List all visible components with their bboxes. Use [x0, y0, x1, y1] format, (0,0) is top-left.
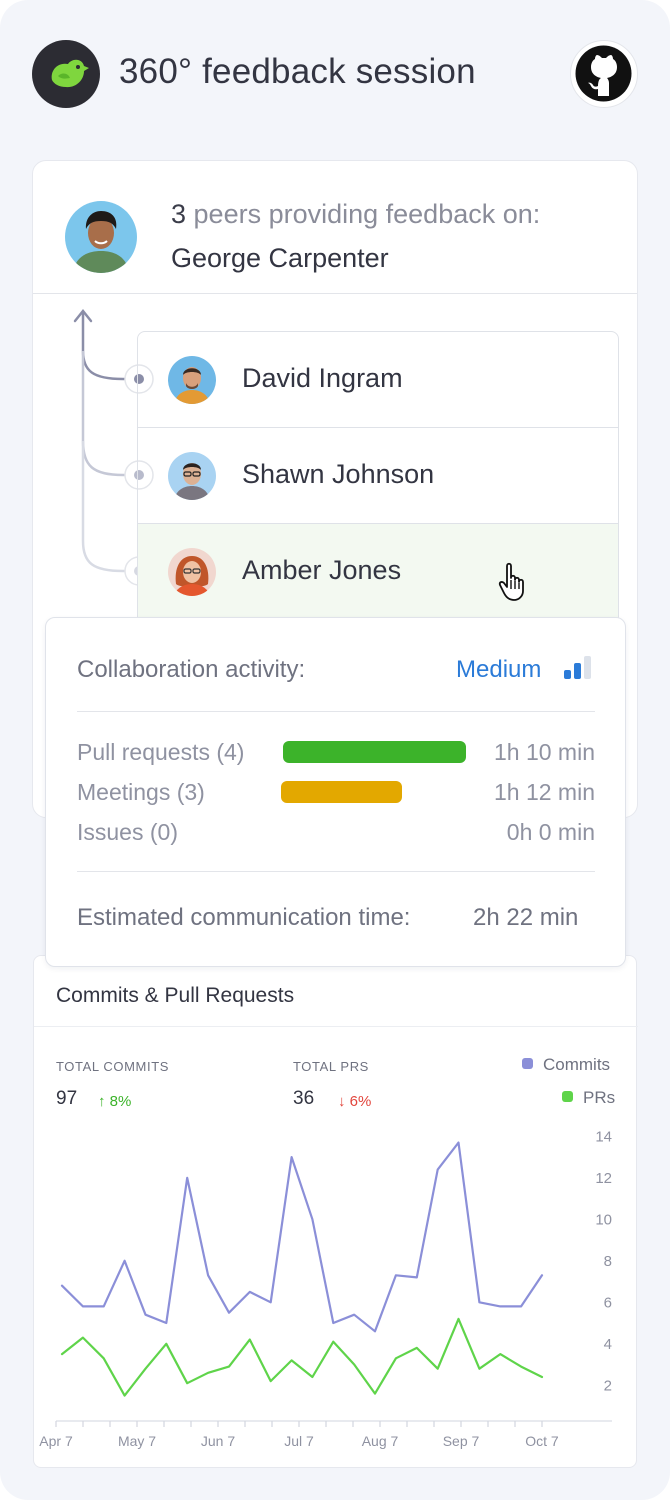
github-icon[interactable]	[570, 40, 638, 108]
series-line-prs	[60, 1317, 544, 1397]
legend-swatch	[562, 1091, 573, 1102]
avatar	[168, 356, 216, 404]
total-commits-delta: ↑ 8%	[98, 1093, 132, 1110]
total-commits-label: TOTAL COMMITS	[56, 1059, 170, 1074]
x-tick-label: Apr 7	[39, 1433, 73, 1449]
divider	[77, 871, 595, 872]
estimate-value: 2h 22 min	[473, 904, 579, 931]
collaboration-label: Collaboration activity:	[77, 656, 306, 683]
y-tick-label: 14	[595, 1128, 612, 1145]
x-tick-label: Jul 7	[284, 1433, 314, 1449]
chart-title: Commits & Pull Requests	[56, 984, 295, 1007]
legend-prs[interactable]: PRs	[562, 1088, 615, 1108]
x-tick-label: Aug 7	[362, 1433, 399, 1449]
legend-commits[interactable]: Commits	[522, 1055, 610, 1075]
peer-name: Shawn Johnson	[242, 459, 435, 489]
activity-bar	[283, 741, 466, 763]
activity-label: Issues (0)	[77, 819, 178, 845]
list-item[interactable]: David Ingram	[138, 332, 618, 428]
total-prs-label: TOTAL PRS	[293, 1059, 369, 1074]
total-prs-value: 36	[293, 1088, 315, 1109]
peers-providing-label: peers providing feedback on:	[186, 199, 541, 229]
series-line-commits	[60, 1141, 544, 1333]
y-tick-label: 10	[595, 1211, 612, 1228]
x-tick-label: Sep 7	[443, 1433, 480, 1449]
collaboration-activity-card: Collaboration activity: Medium Pull requ…	[45, 617, 626, 967]
activity-time: 1h 12 min	[493, 779, 595, 805]
activity-label: Meetings (3)	[77, 779, 205, 805]
y-tick-label: 4	[604, 1336, 612, 1353]
activity-time: 0h 0 min	[506, 819, 595, 845]
total-commits-value: 97	[56, 1088, 78, 1109]
list-item[interactable]: Amber Jones	[138, 524, 618, 620]
activity-row: Pull requests (4) 1h 10 min	[77, 737, 595, 767]
peer-list: David Ingram Shawn Johnson Amber Jones	[137, 331, 619, 631]
app-frame: 360° feedback session 3 peers providing …	[0, 0, 670, 1500]
x-tick-label: Oct 7	[525, 1433, 559, 1449]
peer-name: David Ingram	[242, 363, 403, 393]
activity-time: 1h 10 min	[493, 739, 595, 765]
divider	[34, 1026, 638, 1027]
page-title: 360° feedback session	[119, 52, 476, 91]
commits-prs-chart-card: Commits & Pull Requests TOTAL COMMITS 97…	[33, 955, 638, 1468]
divider	[77, 711, 595, 712]
hand-cursor-icon	[498, 562, 524, 601]
activity-label: Pull requests (4)	[77, 739, 245, 765]
legend-label: Commits	[543, 1055, 611, 1074]
legend-swatch	[522, 1058, 533, 1069]
x-tick-label: Jun 7	[201, 1433, 235, 1449]
collaboration-level: Medium	[456, 656, 542, 683]
activity-row: Issues (0) 0h 0 min	[77, 817, 595, 847]
legend-label: PRs	[583, 1088, 616, 1107]
peer-name: Amber Jones	[242, 555, 402, 585]
line-chart: 2 4 6 8 10 12 14 Apr 7 May 7 Jun 7 Jul 7 Aug 7 Sep 7…	[39, 1128, 612, 1449]
y-tick-label: 8	[604, 1253, 612, 1270]
y-tick-label: 2	[604, 1377, 612, 1394]
estimate-label: Estimated communication time:	[77, 904, 411, 931]
signal-strength-icon	[564, 656, 591, 679]
avatar	[168, 452, 216, 500]
list-item[interactable]: Shawn Johnson	[138, 428, 618, 524]
total-prs-delta: ↓ 6%	[338, 1093, 372, 1110]
activity-row: Meetings (3) 1h 12 min	[77, 777, 595, 807]
y-tick-label: 12	[595, 1170, 612, 1187]
activity-bar	[281, 781, 402, 803]
avatar	[168, 548, 216, 596]
bird-logo-icon	[32, 40, 100, 108]
x-tick-label: May 7	[118, 1433, 156, 1449]
y-tick-label: 6	[604, 1294, 612, 1311]
